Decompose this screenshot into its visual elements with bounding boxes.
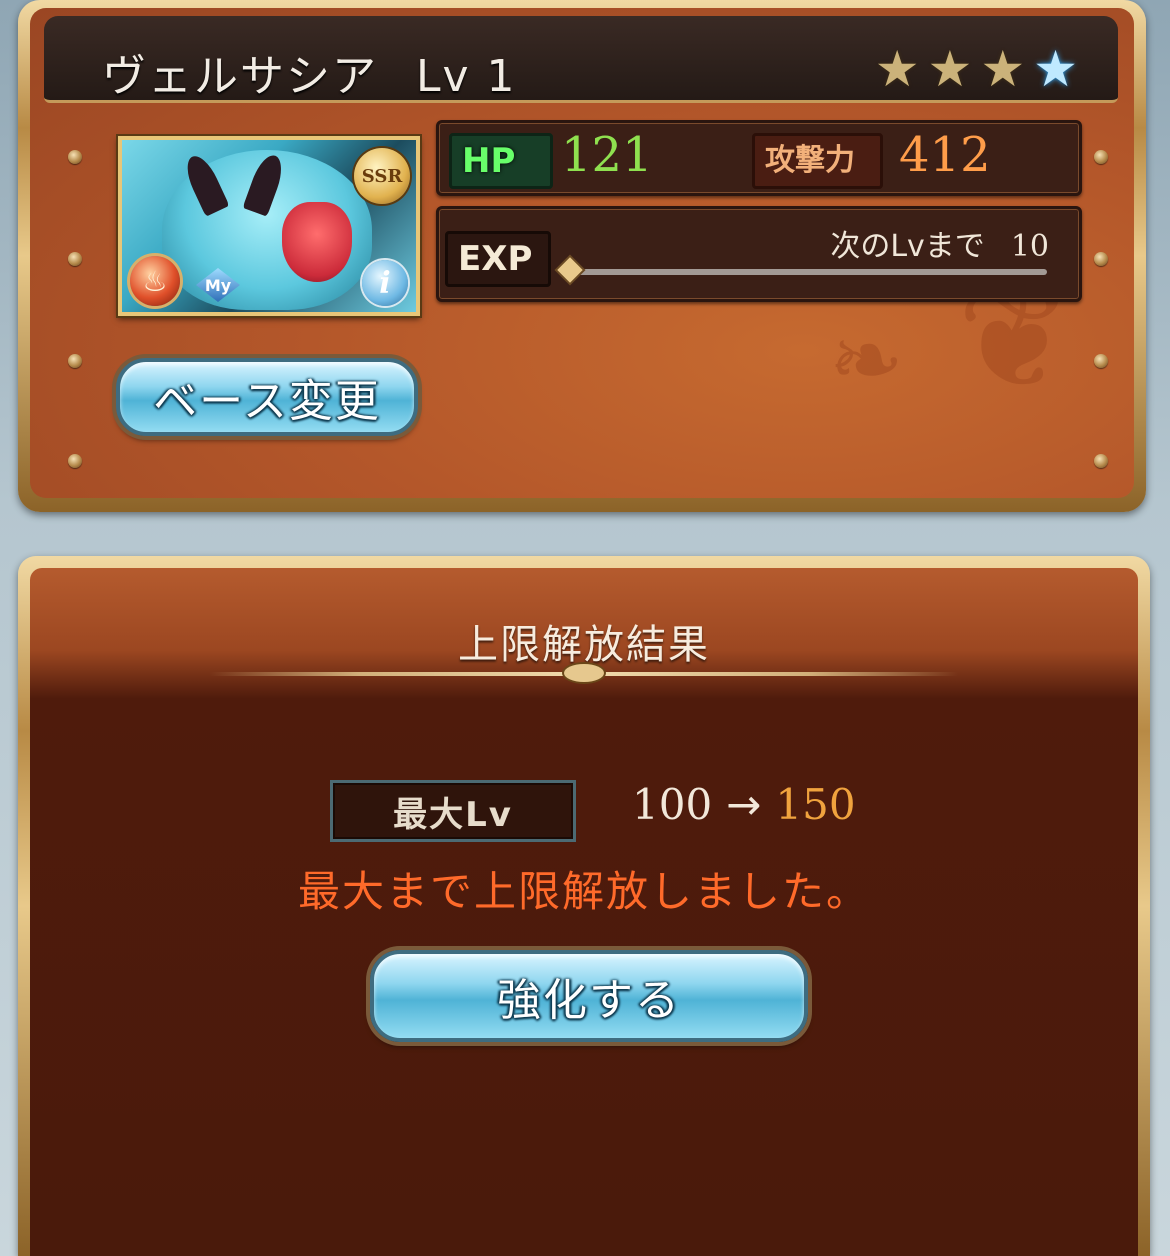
rivet-decoration — [1094, 354, 1108, 368]
change-base-button[interactable]: ベース変更 — [116, 358, 418, 436]
old-max-level: 100 — [632, 780, 713, 829]
character-portrait[interactable]: SSR ♨ My i — [118, 136, 420, 316]
star-icon: ★ — [980, 40, 1026, 98]
next-level-value: 10 — [1010, 229, 1049, 264]
attack-label: 攻撃力 — [752, 133, 883, 189]
character-name: ヴェルサシア — [102, 51, 378, 102]
fire-element-icon: ♨ — [130, 256, 180, 306]
rivet-decoration — [1094, 454, 1108, 468]
hp-label: HP — [449, 133, 553, 189]
star-icon: ★ — [927, 40, 973, 98]
character-title: ヴェルサシア Lv 1 — [102, 40, 517, 104]
limit-break-message: 最大まで上限解放しました。 — [297, 867, 870, 916]
character-panel: ❦ ❧ ヴェルサシア Lv 1 ★ ★ ★ ★ SSR ♨ My i HP 12… — [18, 0, 1146, 512]
enhance-button[interactable]: 強化する — [370, 950, 808, 1042]
new-max-level: 150 — [775, 780, 856, 829]
info-icon[interactable]: i — [362, 260, 408, 306]
change-base-button-label: ベース変更 — [153, 376, 381, 427]
limit-break-panel: 上限解放結果 最大Lv 100 → 150 最大まで上限解放しました。 強化する — [18, 556, 1150, 1256]
star-icon: ★ — [874, 40, 920, 98]
rivet-decoration — [68, 252, 82, 266]
exp-box: EXP 次のLvまで 10 — [436, 206, 1082, 302]
rivet-decoration — [68, 150, 82, 164]
enhance-button-label: 強化する — [497, 975, 681, 1026]
character-level: Lv 1 — [416, 51, 517, 102]
stats-box: HP 121 攻撃力 412 — [436, 120, 1082, 196]
portrait-art — [282, 202, 352, 282]
ornament-decoration: ❧ — [828, 308, 904, 413]
next-level-label: 次のLvまで — [830, 229, 985, 264]
limit-break-heading: 上限解放結果 — [458, 622, 710, 668]
divider-ornament — [564, 664, 604, 682]
exp-bar — [569, 269, 1047, 275]
rivet-decoration — [1094, 150, 1108, 164]
rivet-decoration — [1094, 252, 1108, 266]
title-bar: ヴェルサシア Lv 1 ★ ★ ★ ★ — [44, 16, 1118, 103]
max-level-label: 最大Lv — [330, 780, 576, 842]
blue-star-icon: ★ — [1033, 40, 1078, 98]
hp-value: 121 — [561, 127, 653, 183]
exp-bar-marker — [557, 257, 583, 283]
ssr-badge: SSR — [354, 148, 410, 204]
character-panel-body: ❦ ❧ ヴェルサシア Lv 1 ★ ★ ★ ★ SSR ♨ My i HP 12… — [30, 8, 1134, 498]
max-level-change: 100 → 150 — [632, 780, 856, 829]
rarity-stars: ★ ★ ★ ★ — [875, 44, 1078, 94]
exp-label: EXP — [445, 231, 551, 287]
rivet-decoration — [68, 454, 82, 468]
rivet-decoration — [68, 354, 82, 368]
arrow-icon: → — [726, 780, 762, 829]
next-level-text: 次のLvまで 10 — [830, 221, 1049, 265]
attack-value: 412 — [899, 127, 991, 183]
limit-break-panel-body: 上限解放結果 最大Lv 100 → 150 最大まで上限解放しました。 強化する — [30, 568, 1138, 1256]
